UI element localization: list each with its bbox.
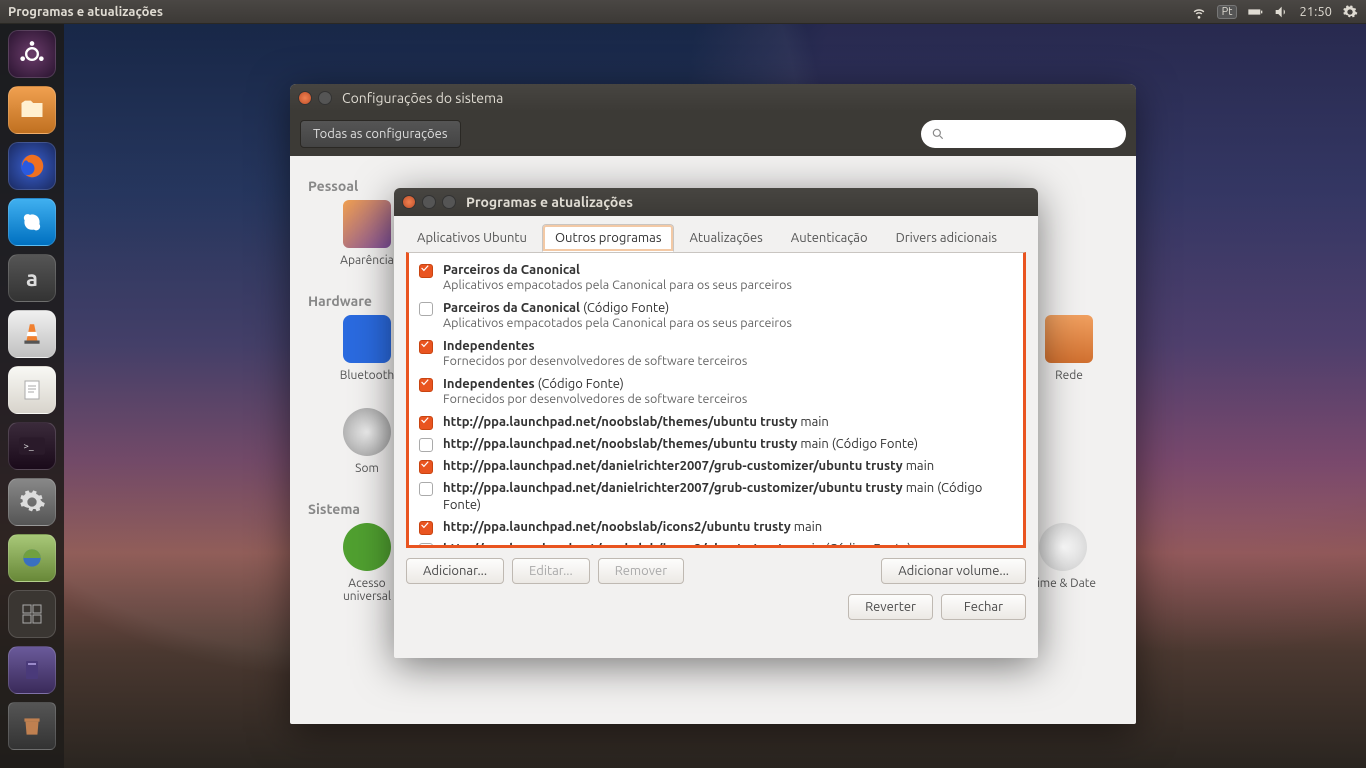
launcher-disk-utility[interactable]: [6, 644, 58, 696]
source-description: Aplicativos empacotados pela Canonical p…: [443, 316, 792, 332]
wifi-icon[interactable]: [1191, 4, 1207, 20]
tab-outros-programas[interactable]: Outros programas: [542, 224, 675, 252]
updates-tabs: Aplicativos UbuntuOutros programasAtuali…: [394, 216, 1038, 252]
source-row[interactable]: Parceiros da CanonicalAplicativos empaco…: [409, 259, 1023, 297]
search-icon: [931, 127, 945, 141]
source-title: Parceiros da Canonical: [443, 262, 792, 278]
panel-app-title: Programas e atualizações: [8, 5, 1191, 19]
launcher-files[interactable]: [6, 84, 58, 136]
keyboard-indicator[interactable]: Pt: [1217, 5, 1238, 19]
source-description: Aplicativos empacotados pela Canonical p…: [443, 278, 792, 294]
system-tray: Pt 21:50: [1191, 4, 1358, 20]
software-updates-window: Programas e atualizações Aplicativos Ubu…: [394, 188, 1038, 658]
source-title: Parceiros da Canonical (Código Fonte): [443, 300, 792, 316]
volume-icon[interactable]: [1273, 4, 1289, 20]
launcher-document[interactable]: [6, 364, 58, 416]
sources-list[interactable]: Parceiros da CanonicalAplicativos empaco…: [406, 252, 1026, 548]
settings-toolbar: Todas as configurações: [290, 112, 1136, 156]
source-row[interactable]: http://ppa.launchpad.net/danielrichter20…: [409, 455, 1023, 477]
launcher-skype[interactable]: [6, 196, 58, 248]
launcher-firefox[interactable]: [6, 140, 58, 192]
source-title: http://ppa.launchpad.net/danielrichter20…: [443, 458, 934, 474]
minimize-icon[interactable]: [318, 91, 332, 105]
source-checkbox[interactable]: [419, 460, 433, 474]
source-row[interactable]: Independentes (Código Fonte)Fornecidos p…: [409, 373, 1023, 411]
source-checkbox[interactable]: [419, 264, 433, 278]
close-button[interactable]: Fechar: [941, 594, 1026, 620]
minimize-icon[interactable]: [422, 195, 436, 209]
source-row[interactable]: IndependentesFornecidos por desenvolvedo…: [409, 335, 1023, 373]
launcher-workspace-switcher[interactable]: [6, 588, 58, 640]
tab-aplicativos-ubuntu[interactable]: Aplicativos Ubuntu: [404, 224, 540, 252]
settings-titlebar[interactable]: Configurações do sistema: [290, 84, 1136, 112]
source-row[interactable]: http://ppa.launchpad.net/noobslab/themes…: [409, 433, 1023, 455]
close-icon[interactable]: [298, 91, 312, 105]
close-icon[interactable]: [402, 195, 416, 209]
updates-titlebar[interactable]: Programas e atualizações: [394, 188, 1038, 216]
add-button[interactable]: Adicionar...: [406, 558, 504, 584]
source-checkbox[interactable]: [419, 340, 433, 354]
settings-item-network[interactable]: Rede: [1030, 315, 1108, 382]
svg-text:>_: >_: [23, 440, 33, 451]
clock[interactable]: 21:50: [1299, 5, 1332, 19]
source-checkbox[interactable]: [419, 378, 433, 392]
edit-button[interactable]: Editar...: [512, 558, 590, 584]
launcher-trash[interactable]: [6, 700, 58, 752]
settings-window-title: Configurações do sistema: [342, 90, 503, 106]
source-checkbox[interactable]: [419, 482, 433, 496]
gear-icon[interactable]: [1342, 4, 1358, 20]
source-title: http://ppa.launchpad.net/noobslab/themes…: [443, 436, 918, 452]
launcher-settings[interactable]: [6, 476, 58, 528]
source-row[interactable]: http://ppa.launchpad.net/noobslab/themes…: [409, 411, 1023, 433]
source-title: Independentes (Código Fonte): [443, 376, 747, 392]
launcher-terminal[interactable]: >_: [6, 420, 58, 472]
source-title: http://ppa.launchpad.net/noobslab/icons2…: [443, 541, 911, 548]
dialog-buttons: Reverter Fechar: [394, 594, 1038, 632]
source-row[interactable]: http://ppa.launchpad.net/noobslab/icons2…: [409, 538, 1023, 548]
launcher-software-center[interactable]: [6, 532, 58, 584]
source-title: Independentes: [443, 338, 747, 354]
maximize-icon[interactable]: [442, 195, 456, 209]
tab-atualiza-es[interactable]: Atualizações: [676, 224, 775, 252]
source-checkbox[interactable]: [419, 543, 433, 548]
source-row[interactable]: http://ppa.launchpad.net/danielrichter20…: [409, 477, 1023, 516]
sources-buttons: Adicionar... Editar... Remover Adicionar…: [394, 548, 1038, 594]
battery-icon[interactable]: [1247, 4, 1263, 20]
launcher-dash[interactable]: [6, 28, 58, 80]
source-checkbox[interactable]: [419, 521, 433, 535]
tab-drivers-adicionais[interactable]: Drivers adicionais: [883, 224, 1010, 252]
launcher-vlc[interactable]: [6, 308, 58, 360]
revert-button[interactable]: Reverter: [848, 594, 933, 620]
source-description: Fornecidos por desenvolvedores de softwa…: [443, 354, 747, 370]
add-volume-button[interactable]: Adicionar volume...: [881, 558, 1026, 584]
launcher-text-editor[interactable]: a: [6, 252, 58, 304]
top-panel: Programas e atualizações Pt 21:50: [0, 0, 1366, 24]
source-row[interactable]: Parceiros da Canonical (Código Fonte)Apl…: [409, 297, 1023, 335]
source-title: http://ppa.launchpad.net/noobslab/themes…: [443, 414, 829, 430]
tab-autentica-o[interactable]: Autenticação: [778, 224, 881, 252]
remove-button[interactable]: Remover: [598, 558, 684, 584]
source-description: Fornecidos por desenvolvedores de softwa…: [443, 392, 747, 408]
all-settings-button[interactable]: Todas as configurações: [300, 120, 461, 148]
source-title: http://ppa.launchpad.net/danielrichter20…: [443, 480, 1013, 513]
source-row[interactable]: http://ppa.launchpad.net/noobslab/icons2…: [409, 516, 1023, 538]
unity-launcher: a >_: [0, 24, 64, 768]
source-checkbox[interactable]: [419, 416, 433, 430]
updates-window-title: Programas e atualizações: [466, 194, 633, 210]
source-checkbox[interactable]: [419, 438, 433, 452]
source-checkbox[interactable]: [419, 302, 433, 316]
settings-search-input[interactable]: [921, 120, 1126, 148]
source-title: http://ppa.launchpad.net/noobslab/icons2…: [443, 519, 822, 535]
